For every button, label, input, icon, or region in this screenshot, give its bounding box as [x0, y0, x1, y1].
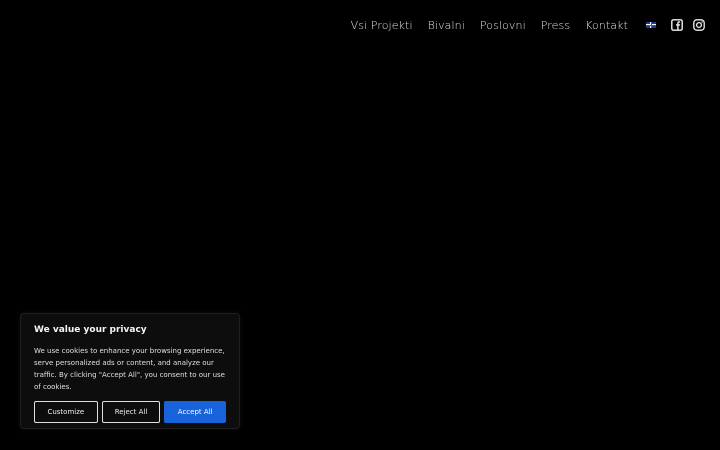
social-links: [671, 19, 705, 31]
customize-button[interactable]: Customize: [34, 401, 98, 423]
nav-link-poslovni[interactable]: Poslovni: [480, 19, 526, 32]
nav-links: Vsi Projekti Bivalni Poslovni Press Kont…: [351, 19, 628, 32]
cookie-consent-banner: We value your privacy We use cookies to …: [20, 313, 240, 429]
nav-link-bivalni[interactable]: Bivalni: [428, 19, 465, 32]
accept-all-button[interactable]: Accept All: [164, 401, 227, 423]
cookie-buttons: Customize Reject All Accept All: [34, 401, 227, 423]
reject-all-button[interactable]: Reject All: [101, 401, 161, 423]
nav-link-kontakt[interactable]: Kontakt: [585, 19, 628, 32]
instagram-icon[interactable]: [693, 19, 705, 31]
uk-flag-icon[interactable]: [646, 22, 656, 28]
top-navigation: Vsi Projekti Bivalni Poslovni Press Kont…: [351, 0, 720, 50]
cookie-description: We use cookies to enhance your browsing …: [34, 347, 225, 391]
nav-link-press[interactable]: Press: [541, 19, 570, 32]
nav-link-vsi-projekti[interactable]: Vsi Projekti: [351, 19, 413, 32]
facebook-square-icon[interactable]: [671, 19, 683, 31]
cookie-title: We value your privacy: [34, 325, 147, 335]
page: Vsi Projekti Bivalni Poslovni Press Kont…: [0, 0, 720, 450]
